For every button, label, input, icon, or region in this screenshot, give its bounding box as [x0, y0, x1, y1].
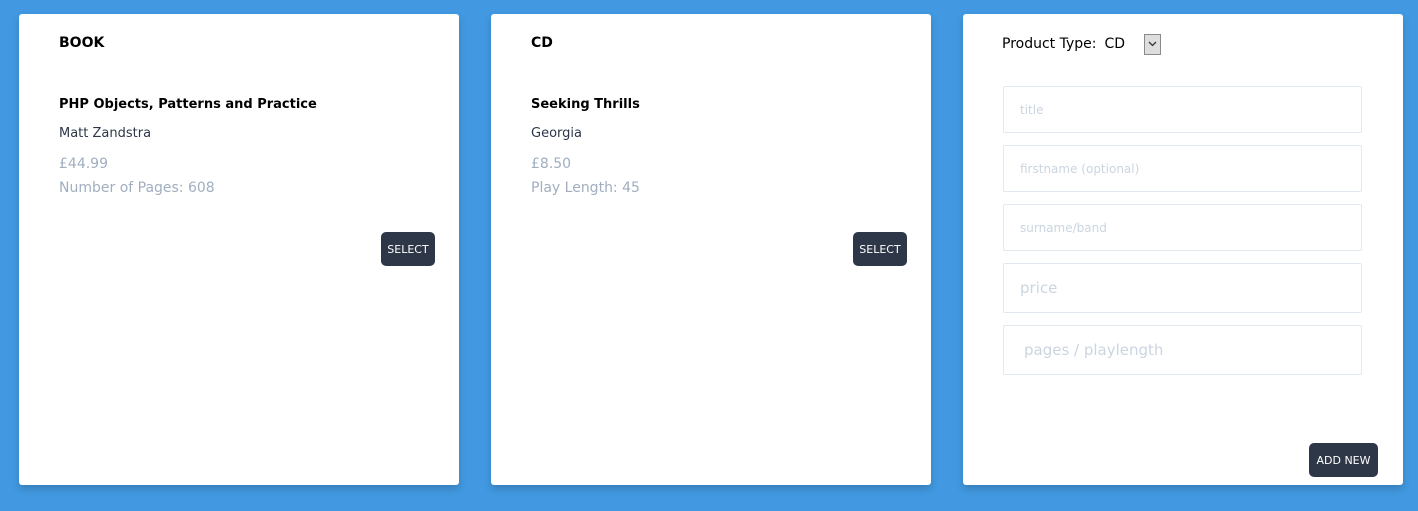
product-type-heading: CD [531, 35, 553, 51]
product-type-value[interactable]: CD [1104, 36, 1125, 52]
firstname-input[interactable] [1003, 145, 1362, 192]
price-input[interactable] [1003, 263, 1362, 313]
product-type-heading: BOOK [59, 35, 105, 51]
add-new-button[interactable]: ADD NEW [1309, 443, 1378, 477]
product-type-label: Product Type: [1002, 36, 1097, 52]
product-type-selector: Product Type: CD [1002, 33, 1162, 55]
product-title: PHP Objects, Patterns and Practice [59, 97, 317, 112]
add-product-form: Product Type: CD ADD NEW [963, 14, 1403, 485]
product-card-book: BOOK PHP Objects, Patterns and Practice … [19, 14, 459, 485]
product-type-dropdown-button[interactable] [1144, 33, 1162, 55]
product-author: Matt Zandstra [59, 126, 152, 141]
product-title: Seeking Thrills [531, 97, 640, 112]
title-input[interactable] [1003, 86, 1362, 133]
product-pages: Number of Pages: 608 [59, 180, 215, 196]
product-price: £8.50 [531, 156, 572, 172]
product-play-length: Play Length: 45 [531, 180, 640, 196]
chevron-down-icon [1148, 41, 1157, 47]
pages-playlength-input[interactable] [1003, 325, 1362, 375]
product-card-cd: CD Seeking Thrills Georgia £8.50 Play Le… [491, 14, 931, 485]
surname-band-input[interactable] [1003, 204, 1362, 251]
product-price: £44.99 [59, 156, 108, 172]
select-button[interactable]: SELECT [853, 232, 907, 266]
select-button[interactable]: SELECT [381, 232, 435, 266]
product-author: Georgia [531, 126, 582, 141]
